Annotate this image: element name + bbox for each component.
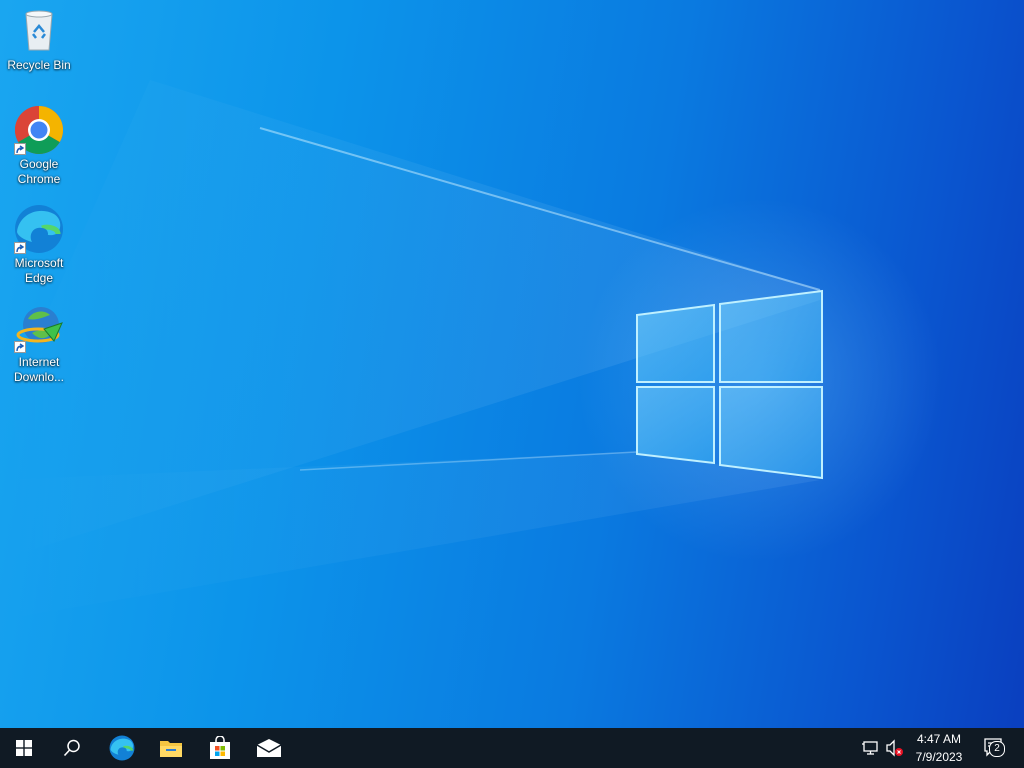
network-icon[interactable] xyxy=(861,738,881,758)
taskbar-edge-button[interactable] xyxy=(98,728,146,768)
taskbar: 4:47 AM 7/9/2023 2 xyxy=(0,728,1024,768)
desktop-icon-label: Google Chrome xyxy=(17,157,61,186)
desktop-icon-recycle-bin[interactable]: Recycle Bin xyxy=(2,6,76,73)
chrome-icon xyxy=(14,105,64,155)
recycle-bin-icon xyxy=(14,6,64,56)
shortcut-arrow-icon xyxy=(14,242,26,254)
start-button[interactable] xyxy=(0,728,48,768)
edge-icon xyxy=(14,204,64,254)
search-icon xyxy=(63,739,80,757)
taskbar-store-button[interactable] xyxy=(196,728,244,768)
clock-time: 4:47 AM xyxy=(916,732,962,746)
taskbar-mail-button[interactable] xyxy=(245,728,293,768)
clock[interactable]: 4:47 AM 7/9/2023 xyxy=(908,730,970,766)
edge-icon xyxy=(109,735,135,761)
clock-date: 7/9/2023 xyxy=(915,750,963,764)
desktop[interactable]: Recycle Bin Google Chrome Microsoft Edge… xyxy=(0,0,1024,728)
shortcut-arrow-icon xyxy=(14,341,26,353)
mail-icon xyxy=(256,739,282,757)
desktop-icon-label: Recycle Bin xyxy=(7,58,71,72)
notification-count-badge: 2 xyxy=(989,741,1005,757)
windows-logo-icon xyxy=(16,740,32,756)
idm-icon xyxy=(14,303,64,353)
store-icon xyxy=(210,736,230,759)
taskbar-file-explorer-button[interactable] xyxy=(147,728,195,768)
windows-wallpaper-logo xyxy=(636,289,823,480)
wallpaper xyxy=(0,80,823,620)
folder-icon xyxy=(160,741,182,757)
search-button[interactable] xyxy=(48,728,96,768)
desktop-icon-label: Microsoft Edge xyxy=(14,256,64,285)
desktop-icon-internet-download-manager[interactable]: Internet Downlo... xyxy=(2,303,76,385)
shortcut-arrow-icon xyxy=(14,143,26,155)
desktop-icon-google-chrome[interactable]: Google Chrome xyxy=(2,105,76,187)
desktop-icon-microsoft-edge[interactable]: Microsoft Edge xyxy=(2,204,76,286)
desktop-icon-label: Internet Downlo... xyxy=(13,355,65,384)
volume-muted-icon[interactable] xyxy=(885,738,905,758)
